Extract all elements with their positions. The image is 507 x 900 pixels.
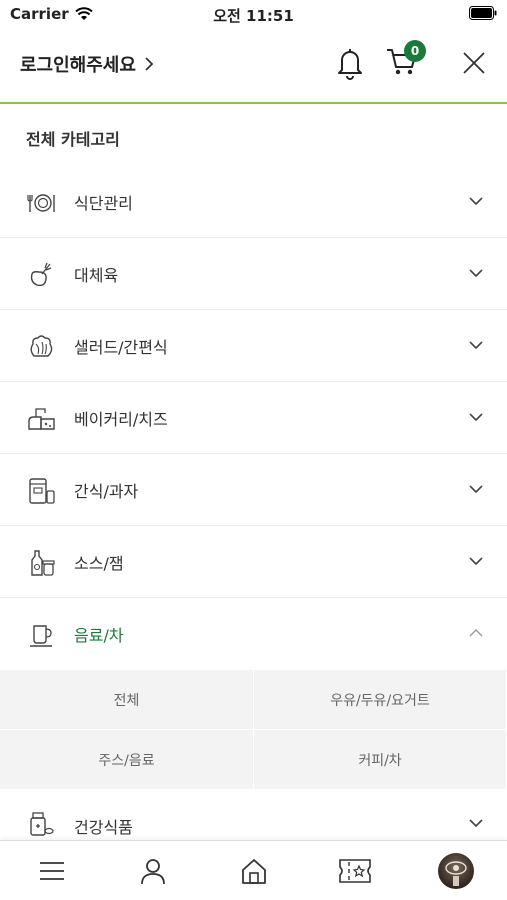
bottom-tab-bar — [0, 840, 507, 900]
login-label: 로그인해주세요 — [20, 55, 136, 76]
bell-icon[interactable] — [335, 46, 365, 80]
chevron-down-icon — [469, 485, 483, 494]
chevron-down-icon — [469, 269, 483, 278]
drink-cup-icon — [30, 625, 52, 647]
category-sauce[interactable]: 소스/잼 — [0, 526, 507, 598]
sauce-icon — [31, 550, 55, 576]
category-label: 베이커리/치즈 — [74, 409, 168, 429]
chevron-down-icon — [469, 413, 483, 422]
section-title: 전체 카테고리 — [26, 130, 120, 149]
menu-icon — [40, 862, 64, 880]
battery-icon — [469, 6, 497, 20]
chevron-up-icon — [469, 629, 483, 637]
tab-my-page[interactable] — [133, 853, 173, 889]
home-icon — [242, 859, 266, 884]
subcategory-coffee-tea[interactable]: 커피/차 — [254, 730, 507, 790]
meat-alternative-icon — [30, 262, 52, 287]
chevron-down-icon — [469, 197, 483, 206]
close-icon[interactable] — [461, 50, 487, 76]
meal-plan-icon — [27, 194, 55, 212]
category-meal-plan[interactable]: 식단관리 — [0, 166, 507, 238]
category-meat-alternative[interactable]: 대체육 — [0, 238, 507, 310]
subcategory-all[interactable]: 전체 — [0, 670, 254, 730]
chevron-down-icon — [469, 819, 483, 828]
bakery-icon — [28, 408, 55, 430]
user-icon — [141, 859, 165, 885]
login-link[interactable]: 로그인해주세요 — [20, 51, 154, 77]
coupon-icon — [339, 859, 371, 883]
tab-coupon[interactable] — [335, 853, 375, 889]
chevron-down-icon — [469, 341, 483, 350]
tab-profile[interactable] — [436, 853, 476, 889]
health-food-icon — [30, 812, 54, 836]
subcategory-milk-yogurt[interactable]: 우유/두유/요거트 — [254, 670, 507, 730]
chevron-down-icon — [469, 557, 483, 566]
category-label: 대체육 — [74, 265, 119, 285]
category-snack[interactable]: 간식/과자 — [0, 454, 507, 526]
cart-count-badge: 0 — [404, 40, 426, 62]
category-label: 소스/잼 — [74, 553, 124, 573]
category-label: 식단관리 — [74, 193, 133, 213]
tab-menu[interactable] — [32, 853, 72, 889]
category-bakery[interactable]: 베이커리/치즈 — [0, 382, 507, 454]
category-label: 음료/차 — [74, 626, 124, 645]
category-label: 샐러드/간편식 — [74, 337, 168, 357]
status-bar: Carrier 오전 11:51 — [0, 0, 507, 30]
profile-avatar — [438, 853, 474, 889]
category-label: 간식/과자 — [74, 481, 139, 501]
category-drink[interactable]: 음료/차 — [0, 598, 507, 670]
drink-subcategory-grid: 전체 우유/두유/요거트 주스/음료 커피/차 — [0, 670, 507, 790]
category-list: 식단관리 대체육 샐러드/간편식 베이커리/치즈 간식/과자 소스/잼 음료/차… — [0, 166, 507, 838]
subcategory-juice[interactable]: 주스/음료 — [0, 730, 254, 790]
drawer-header: 로그인해주세요 0 — [0, 30, 507, 104]
snack-icon — [29, 478, 55, 504]
tab-home[interactable] — [234, 853, 274, 889]
category-salad[interactable]: 샐러드/간편식 — [0, 310, 507, 382]
salad-icon — [30, 335, 53, 357]
category-health-food[interactable]: 건강식품 — [0, 790, 507, 838]
chevron-right-icon — [145, 57, 154, 71]
avatar-image — [445, 861, 467, 886]
clock: 오전 11:51 — [213, 7, 294, 25]
category-label: 건강식품 — [74, 818, 133, 837]
